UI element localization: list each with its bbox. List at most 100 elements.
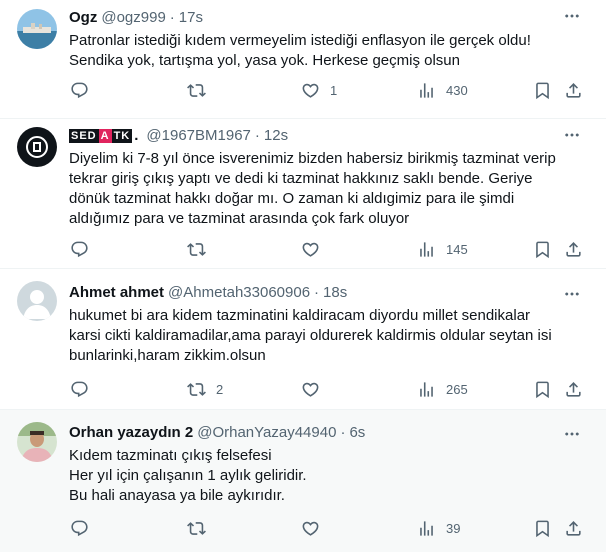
like-icon (301, 519, 320, 538)
tweet-text-line: Sendika yok, tartışma yol, yasa yok. Her… (69, 52, 460, 69)
tweet-header: Ahmet ahmet @Ahmetah33060906 · 18s (69, 284, 347, 301)
views-icon (417, 380, 436, 399)
tweet-header: Orhan yazaydın 2 @OrhanYazay44940 · 6s (69, 424, 365, 441)
tweet-text-line: tekrar giriş çıkış yaptı ve dedi ki tazm… (69, 170, 533, 187)
views-button[interactable]: 145 (417, 239, 468, 259)
bookmark-icon (533, 81, 552, 100)
retweet-icon (187, 519, 206, 538)
more-icon[interactable] (562, 424, 582, 444)
reply-icon (70, 519, 89, 538)
tweet-text-line: Her yıl için çalışanın 1 aylık geliridir… (69, 467, 307, 484)
reply-button[interactable] (70, 379, 99, 399)
author-name-part: TK (111, 128, 133, 143)
views-button[interactable]: 265 (417, 379, 468, 399)
tweet-text-line: Diyelim ki 7-8 yıl önce isverenimiz bizd… (69, 150, 556, 167)
more-icon[interactable] (562, 284, 582, 304)
share-icon (564, 81, 583, 100)
separator: · (314, 284, 320, 301)
action-bar: 39 (69, 518, 589, 538)
tweet[interactable]: Ahmet ahmet @Ahmetah33060906 · 18s hukum… (0, 269, 606, 410)
action-bar: 1 430 (69, 80, 589, 100)
views-icon (417, 519, 436, 538)
retweet-button[interactable] (187, 518, 216, 538)
author-handle[interactable]: @Ahmetah33060906 (168, 284, 310, 301)
retweet-count: 2 (216, 381, 224, 397)
tweet-text: Patronlar istediği kıdem vermeyelim iste… (69, 31, 591, 71)
timestamp[interactable]: 6s (349, 424, 365, 441)
tweet-text: Kıdem tazminatı çıkış felsefesi Her yıl … (69, 446, 591, 506)
like-icon (301, 81, 320, 100)
tweet[interactable]: SED A TK . @1967BM1967 · 12s Diyelim ki … (0, 119, 606, 269)
reply-button[interactable] (70, 239, 99, 259)
bookmark-button[interactable] (533, 239, 552, 259)
tweet[interactable]: Orhan yazaydın 2 @OrhanYazay44940 · 6s K… (0, 410, 606, 552)
share-button[interactable] (564, 80, 583, 100)
like-button[interactable]: 1 (301, 80, 337, 100)
reply-icon (70, 240, 89, 259)
author-name-part: A (98, 128, 112, 143)
retweet-button[interactable] (187, 239, 216, 259)
bookmark-button[interactable] (533, 518, 552, 538)
share-button[interactable] (564, 239, 583, 259)
share-button[interactable] (564, 379, 583, 399)
views-icon (417, 240, 436, 259)
author-name-part: . (134, 126, 139, 144)
tweet-text-line: Bu hali anayasa ya bile aykırıdır. (69, 487, 285, 504)
separator: · (340, 424, 346, 441)
avatar[interactable] (17, 281, 57, 321)
action-bar: 145 (69, 239, 589, 259)
like-icon (301, 240, 320, 259)
like-button[interactable] (301, 379, 330, 399)
separator: · (169, 9, 175, 26)
author-name[interactable]: Ogz (69, 9, 97, 26)
avatar[interactable] (17, 9, 57, 49)
author-handle[interactable]: @ogz999 (101, 9, 165, 26)
share-icon (564, 519, 583, 538)
retweet-icon (187, 240, 206, 259)
views-button[interactable]: 430 (417, 80, 468, 100)
like-button[interactable] (301, 239, 330, 259)
reply-button[interactable] (70, 518, 99, 538)
reply-icon (70, 380, 89, 399)
avatar[interactable] (17, 422, 57, 462)
tweet-text-line: bunlarinki,haram zikkim.olsun (69, 347, 266, 364)
author-name-part: SED (69, 128, 99, 143)
views-button[interactable]: 39 (417, 518, 460, 538)
author-name[interactable]: Orhan yazaydın 2 (69, 424, 193, 441)
more-icon[interactable] (562, 125, 582, 145)
retweet-button[interactable]: 2 (187, 379, 223, 399)
retweet-button[interactable] (187, 80, 216, 100)
share-icon (564, 240, 583, 259)
tweet-text: hukumet bi ara kidem tazminatini kaldira… (69, 306, 591, 366)
author-name[interactable]: SED A TK . (69, 128, 140, 144)
author-handle[interactable]: @OrhanYazay44940 (197, 424, 336, 441)
like-button[interactable] (301, 518, 330, 538)
tweet-text: Diyelim ki 7-8 yıl önce isverenimiz bizd… (69, 149, 591, 229)
view-count: 430 (446, 82, 468, 98)
timestamp[interactable]: 18s (323, 284, 347, 301)
like-count: 1 (330, 82, 338, 98)
avatar[interactable] (17, 127, 57, 167)
bookmark-button[interactable] (533, 80, 552, 100)
tweet-header: Ogz @ogz999 · 17s (69, 9, 203, 26)
timestamp[interactable]: 17s (179, 9, 203, 26)
tweet[interactable]: Ogz @ogz999 · 17s Patronlar istediği kıd… (0, 0, 606, 119)
bookmark-button[interactable] (533, 379, 552, 399)
retweet-icon (187, 380, 206, 399)
views-icon (417, 81, 436, 100)
bookmark-icon (533, 519, 552, 538)
view-count: 39 (446, 520, 461, 536)
action-bar: 2 265 (69, 379, 589, 399)
bookmark-icon (533, 240, 552, 259)
author-name[interactable]: Ahmet ahmet (69, 284, 164, 301)
more-icon[interactable] (562, 6, 582, 26)
like-icon (301, 380, 320, 399)
separator: · (254, 127, 260, 144)
author-handle[interactable]: @1967BM1967 (146, 127, 250, 144)
view-count: 145 (446, 241, 468, 257)
share-button[interactable] (564, 518, 583, 538)
view-count: 265 (446, 381, 468, 397)
reply-button[interactable] (70, 80, 99, 100)
timestamp[interactable]: 12s (264, 127, 288, 144)
reply-icon (70, 81, 89, 100)
